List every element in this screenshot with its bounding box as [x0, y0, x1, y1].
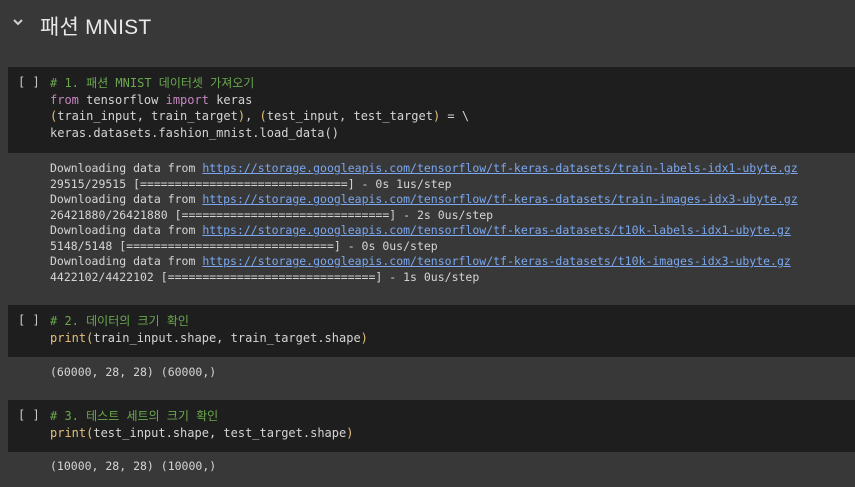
download-link[interactable]: https://storage.googleapis.com/tensorflo… — [202, 254, 791, 268]
code-cell-3[interactable]: [ ] # 3. 테스트 세트의 크기 확인 print(test_input.… — [8, 400, 855, 487]
code-text: , — [245, 109, 260, 123]
output-line: Downloading data from https://storage.go… — [50, 161, 798, 175]
code-editor[interactable]: # 2. 데이터의 크기 확인 print(train_input.shape,… — [50, 313, 368, 346]
code-comment: # 1. 패션 MNIST 데이터셋 가져오기 — [50, 76, 255, 90]
run-cell-button[interactable]: [ ] — [18, 408, 40, 422]
cell-output-2: (60000, 28, 28) (60000,) — [8, 357, 855, 397]
code-text: test_input.shape, test_target.shape — [93, 425, 347, 440]
run-cell-button[interactable]: [ ] — [18, 313, 40, 327]
cell-output-1: Downloading data from https://storage.go… — [8, 153, 855, 293]
code-text: keras — [208, 92, 253, 107]
code-editor[interactable]: # 1. 패션 MNIST 데이터셋 가져오기 from tensorflow … — [50, 75, 469, 141]
code-cell-input[interactable]: [ ] # 2. 데이터의 크기 확인 print(train_input.sh… — [8, 305, 855, 357]
code-function: print — [50, 330, 87, 345]
output-line: (60000, 28, 28) (60000,) — [50, 365, 217, 379]
output-line: 5148/5148 [=============================… — [50, 239, 438, 253]
code-cell-input[interactable]: [ ] # 1. 패션 MNIST 데이터셋 가져오기 from tensorf… — [8, 67, 855, 153]
output-text: Downloading data from — [50, 223, 203, 237]
code-paren: ) — [237, 109, 246, 123]
output-line: Downloading data from https://storage.go… — [50, 223, 791, 237]
code-text: tensorflow — [78, 92, 166, 107]
cell-output-3: (10000, 28, 28) (10000,) — [8, 452, 855, 487]
code-editor[interactable]: # 3. 테스트 세트의 크기 확인 print(test_input.shap… — [50, 408, 353, 441]
download-link[interactable]: https://storage.googleapis.com/tensorflo… — [202, 223, 791, 237]
output-line: Downloading data from https://storage.go… — [50, 192, 798, 206]
code-text: train_input, train_target — [57, 109, 238, 123]
code-cell-1[interactable]: [ ] # 1. 패션 MNIST 데이터셋 가져오기 from tensorf… — [8, 67, 855, 293]
section-header: 패션 MNIST — [0, 0, 855, 52]
output-line: 26421880/26421880 [=====================… — [50, 208, 494, 222]
code-comment: # 2. 데이터의 크기 확인 — [50, 314, 189, 328]
output-text: Downloading data from — [50, 161, 203, 175]
download-link[interactable]: https://storage.googleapis.com/tensorflo… — [202, 192, 797, 206]
output-line: 29515/29515 [===========================… — [50, 177, 452, 191]
code-function: print — [50, 425, 87, 440]
code-keyword: from — [50, 92, 79, 107]
code-cell-2[interactable]: [ ] # 2. 데이터의 크기 확인 print(train_input.sh… — [8, 305, 855, 397]
output-text: Downloading data from — [50, 192, 203, 206]
output-text: Downloading data from — [50, 254, 203, 268]
output-line: Downloading data from https://storage.go… — [50, 254, 791, 268]
code-keyword: import — [165, 92, 209, 107]
code-paren: ) — [360, 330, 368, 345]
code-cell-input[interactable]: [ ] # 3. 테스트 세트의 크기 확인 print(test_input.… — [8, 400, 855, 452]
code-text: train_input.shape, train_target.shape — [93, 330, 361, 345]
download-link[interactable]: https://storage.googleapis.com/tensorflo… — [202, 161, 797, 175]
code-text: = \ — [440, 109, 470, 123]
run-cell-button[interactable]: [ ] — [18, 75, 40, 89]
code-comment: # 3. 테스트 세트의 크기 확인 — [50, 409, 219, 423]
code-text: keras.datasets.fashion_mnist.load_data() — [50, 125, 339, 140]
code-text: test_input, test_target — [266, 109, 433, 123]
chevron-down-icon[interactable] — [10, 14, 26, 30]
code-paren: ) — [346, 425, 354, 440]
section-title: 패션 MNIST — [40, 16, 152, 39]
code-paren: ( — [259, 109, 267, 123]
output-line: (10000, 28, 28) (10000,) — [50, 459, 217, 473]
output-line: 4422102/4422102 [=======================… — [50, 270, 480, 284]
